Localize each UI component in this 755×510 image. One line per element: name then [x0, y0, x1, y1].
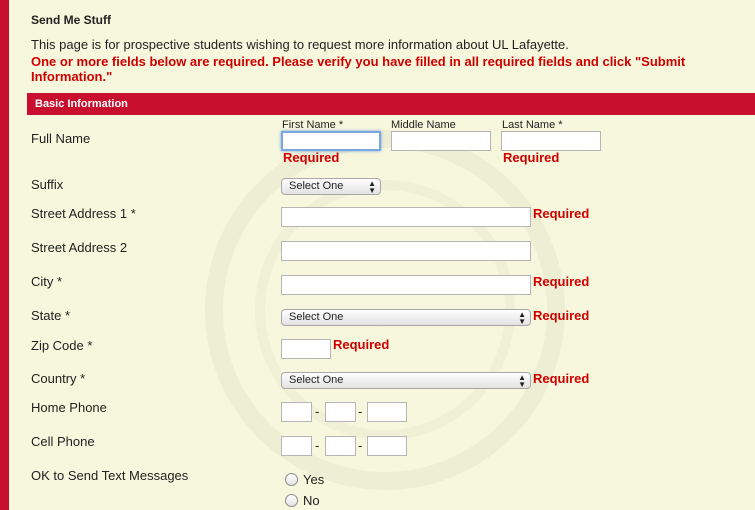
street-address-2-input[interactable]: [281, 241, 531, 261]
text-messages-yes-label: Yes: [303, 472, 325, 487]
first-name-input[interactable]: [281, 131, 381, 151]
text-messages-label: OK to Send Text Messages: [31, 468, 189, 483]
street-address-1-label: Street Address 1 *: [31, 206, 136, 221]
select-arrows-icon: ▲ ▼: [368, 178, 376, 195]
street-address-2-label: Street Address 2: [31, 240, 128, 255]
error-message: One or more fields below are required. P…: [31, 54, 686, 84]
city-required: Required: [533, 274, 590, 289]
state-selected-value: Select One: [289, 311, 344, 323]
cell-phone-line-input[interactable]: [367, 436, 407, 456]
phone-separator: -: [358, 438, 363, 453]
select-arrows-icon: ▲ ▼: [518, 309, 526, 326]
cell-phone-prefix-input[interactable]: [325, 436, 356, 456]
text-messages-yes-radio[interactable]: [285, 473, 298, 486]
full-name-label: Full Name: [31, 131, 91, 146]
home-phone-prefix-input[interactable]: [325, 402, 356, 422]
cell-phone-area-code-input[interactable]: [281, 436, 312, 456]
zip-code-label: Zip Code *: [31, 338, 93, 353]
country-select[interactable]: Select One ▲ ▼: [281, 372, 531, 389]
text-messages-no-label: No: [303, 493, 320, 508]
last-name-required: Required: [503, 150, 560, 165]
city-input[interactable]: [281, 275, 531, 295]
suffix-selected-value: Select One: [289, 180, 344, 192]
zip-code-input[interactable]: [281, 339, 331, 359]
country-required: Required: [533, 371, 590, 386]
home-phone-area-code-input[interactable]: [281, 402, 312, 422]
middle-name-input[interactable]: [391, 131, 491, 151]
home-phone-line-input[interactable]: [367, 402, 407, 422]
phone-separator: -: [358, 404, 363, 419]
suffix-select[interactable]: Select One ▲ ▼: [281, 178, 381, 195]
text-messages-no-radio[interactable]: [285, 494, 298, 507]
first-name-required: Required: [283, 150, 340, 165]
country-label: Country *: [31, 371, 86, 386]
phone-separator: -: [315, 438, 320, 453]
street-address-1-required: Required: [533, 206, 590, 221]
intro-text: This page is for prospective students wi…: [31, 37, 569, 52]
page-title: Send Me Stuff: [31, 13, 111, 27]
last-name-input[interactable]: [501, 131, 601, 151]
street-address-1-input[interactable]: [281, 207, 531, 227]
state-label: State *: [31, 308, 71, 323]
middle-name-label: Middle Name: [391, 119, 456, 131]
phone-separator: -: [315, 404, 320, 419]
country-selected-value: Select One: [289, 374, 344, 386]
state-select[interactable]: Select One ▲ ▼: [281, 309, 531, 326]
select-arrows-icon: ▲ ▼: [518, 372, 526, 389]
home-phone-label: Home Phone: [31, 400, 107, 415]
zip-code-required: Required: [333, 337, 390, 352]
cell-phone-label: Cell Phone: [31, 434, 95, 449]
city-label: City *: [31, 274, 63, 289]
first-name-label: First Name *: [282, 119, 344, 131]
suffix-label: Suffix: [31, 177, 64, 192]
state-required: Required: [533, 308, 590, 323]
last-name-label: Last Name *: [502, 119, 563, 131]
section-header-basic-information: Basic Information: [27, 93, 755, 115]
left-accent-bar: [0, 0, 9, 510]
